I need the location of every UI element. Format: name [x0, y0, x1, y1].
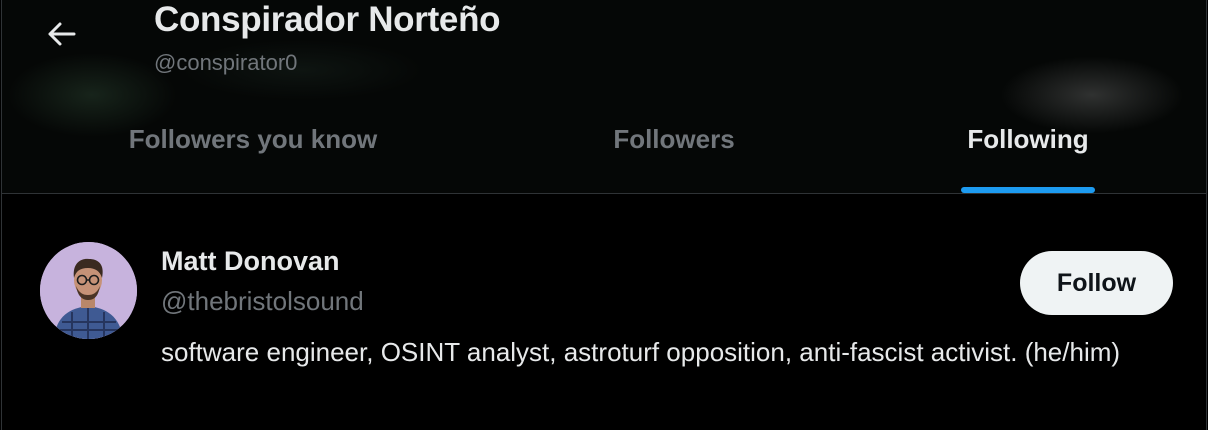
user-handle: @thebristolsound — [161, 286, 364, 316]
tab-followers[interactable]: Followers — [505, 110, 845, 194]
follow-button[interactable]: Follow — [1020, 251, 1173, 315]
user-cell[interactable]: Matt Donovan @thebristolsound Follow sof… — [2, 194, 1206, 430]
tab-label: Followers — [613, 124, 735, 154]
active-tab-indicator — [961, 187, 1095, 193]
tab-label: Following — [967, 124, 1089, 154]
tab-bar: Followers you know Followers Following — [2, 110, 1206, 194]
tab-followers-you-know[interactable]: Followers you know — [2, 110, 505, 194]
arrow-left-icon — [46, 21, 76, 52]
profile-handle: @conspirator0 — [154, 50, 298, 75]
tab-following[interactable]: Following — [845, 110, 1208, 194]
user-name[interactable]: Matt Donovan — [161, 246, 340, 277]
profile-connections-page: Conspirador Norteño @conspirator0 Follow… — [1, 0, 1207, 430]
avatar[interactable] — [40, 242, 137, 339]
back-button[interactable] — [38, 16, 84, 56]
profile-title: Conspirador Norteño — [154, 0, 501, 39]
profile-header: Conspirador Norteño @conspirator0 Follow… — [2, 0, 1206, 194]
user-bio: software engineer, OSINT analyst, astrot… — [161, 337, 1121, 367]
tab-label: Followers you know — [128, 124, 378, 154]
